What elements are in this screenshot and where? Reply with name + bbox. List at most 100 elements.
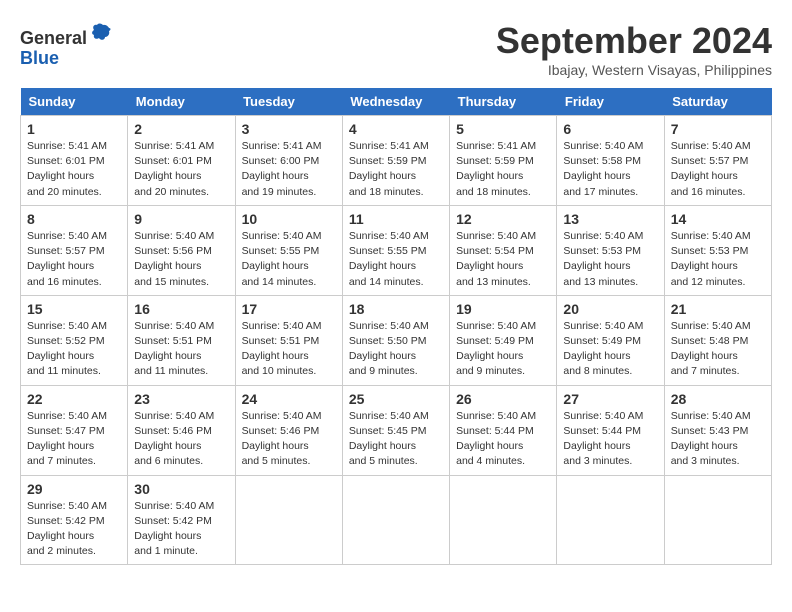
day-number: 18 [349, 301, 443, 317]
day-cell-1: 1Sunrise: 5:41 AMSunset: 6:01 PMDaylight… [21, 116, 128, 206]
day-cell-11: 11Sunrise: 5:40 AMSunset: 5:55 PMDayligh… [342, 205, 449, 295]
week-row-4: 22 Sunrise: 5:40 AMSunset: 5:47 PMDayligh… [21, 385, 772, 475]
day-info: Sunrise: 5:40 AMSunset: 5:55 PMDaylight … [242, 229, 336, 290]
day-info: Sunrise: 5:40 AMSunset: 5:47 PMDaylight … [27, 409, 121, 470]
empty-cell [235, 475, 342, 565]
day-number: 27 [563, 391, 657, 407]
day-info: Sunrise: 5:40 AMSunset: 5:53 PMDaylight … [563, 229, 657, 290]
day-cell-19: 19Sunrise: 5:40 AMSunset: 5:49 PMDayligh… [450, 295, 557, 385]
day-info: Sunrise: 5:40 AMSunset: 5:42 PMDaylight … [27, 499, 121, 560]
day-number: 16 [134, 301, 228, 317]
day-cell-18: 18Sunrise: 5:40 AMSunset: 5:50 PMDayligh… [342, 295, 449, 385]
day-cell-15: 15Sunrise: 5:40 AMSunset: 5:52 PMDayligh… [21, 295, 128, 385]
day-info: Sunrise: 5:40 AMSunset: 5:46 PMDaylight … [134, 409, 228, 470]
day-number: 4 [349, 121, 443, 137]
location-subtitle: Ibajay, Western Visayas, Philippines [496, 62, 772, 78]
day-info: Sunrise: 5:40 AMSunset: 5:48 PMDaylight … [671, 319, 765, 380]
day-number: 25 [349, 391, 443, 407]
weekday-header-row: SundayMondayTuesdayWednesdayThursdayFrid… [21, 88, 772, 116]
weekday-header-monday: Monday [128, 88, 235, 116]
day-info: Sunrise: 5:41 AMSunset: 6:01 PMDaylight … [27, 139, 121, 200]
day-number: 7 [671, 121, 765, 137]
day-cell-5: 5 Sunrise: 5:41 AMSunset: 5:59 PMDaylight… [450, 116, 557, 206]
day-number: 28 [671, 391, 765, 407]
day-info: Sunrise: 5:41 AMSunset: 5:59 PMDaylight … [349, 139, 443, 200]
day-cell-30: 30 Sunrise: 5:40 AMSunset: 5:42 PMDayligh… [128, 475, 235, 565]
logo: General Blue [20, 20, 113, 69]
day-number: 6 [563, 121, 657, 137]
day-cell-12: 12 Sunrise: 5:40 AMSunset: 5:54 PMDayligh… [450, 205, 557, 295]
empty-cell [664, 475, 771, 565]
day-cell-14: 14 Sunrise: 5:40 AMSunset: 5:53 PMDayligh… [664, 205, 771, 295]
weekday-header-sunday: Sunday [21, 88, 128, 116]
week-row-3: 15Sunrise: 5:40 AMSunset: 5:52 PMDayligh… [21, 295, 772, 385]
day-info: Sunrise: 5:40 AMSunset: 5:49 PMDaylight … [563, 319, 657, 380]
day-cell-7: 7 Sunrise: 5:40 AMSunset: 5:57 PMDaylight… [664, 116, 771, 206]
day-number: 12 [456, 211, 550, 227]
day-info: Sunrise: 5:40 AMSunset: 5:44 PMDaylight … [456, 409, 550, 470]
day-number: 29 [27, 481, 121, 497]
day-number: 3 [242, 121, 336, 137]
day-number: 22 [27, 391, 121, 407]
weekday-header-wednesday: Wednesday [342, 88, 449, 116]
day-cell-25: 25 Sunrise: 5:40 AMSunset: 5:45 PMDayligh… [342, 385, 449, 475]
day-number: 30 [134, 481, 228, 497]
day-info: Sunrise: 5:40 AMSunset: 5:58 PMDaylight … [563, 139, 657, 200]
day-cell-20: 20 Sunrise: 5:40 AMSunset: 5:49 PMDayligh… [557, 295, 664, 385]
day-number: 11 [349, 211, 443, 227]
day-number: 26 [456, 391, 550, 407]
day-number: 20 [563, 301, 657, 317]
day-info: Sunrise: 5:40 AMSunset: 5:46 PMDaylight … [242, 409, 336, 470]
page-header: General Blue September 2024 Ibajay, West… [20, 20, 772, 78]
day-cell-6: 6 Sunrise: 5:40 AMSunset: 5:58 PMDaylight… [557, 116, 664, 206]
day-info: Sunrise: 5:40 AMSunset: 5:57 PMDaylight … [27, 229, 121, 290]
day-cell-16: 16 Sunrise: 5:40 AMSunset: 5:51 PMDayligh… [128, 295, 235, 385]
title-block: September 2024 Ibajay, Western Visayas, … [496, 20, 772, 78]
calendar-table: SundayMondayTuesdayWednesdayThursdayFrid… [20, 88, 772, 565]
day-cell-28: 28 Sunrise: 5:40 AMSunset: 5:43 PMDayligh… [664, 385, 771, 475]
day-number: 24 [242, 391, 336, 407]
day-cell-27: 27Sunrise: 5:40 AMSunset: 5:44 PMDayligh… [557, 385, 664, 475]
day-cell-17: 17 Sunrise: 5:40 AMSunset: 5:51 PMDayligh… [235, 295, 342, 385]
logo-general: General [20, 28, 87, 48]
empty-cell [450, 475, 557, 565]
day-cell-26: 26 Sunrise: 5:40 AMSunset: 5:44 PMDayligh… [450, 385, 557, 475]
day-number: 17 [242, 301, 336, 317]
day-cell-2: 2 Sunrise: 5:41 AMSunset: 6:01 PMDaylight… [128, 116, 235, 206]
day-number: 21 [671, 301, 765, 317]
day-info: Sunrise: 5:40 AMSunset: 5:45 PMDaylight … [349, 409, 443, 470]
weekday-header-saturday: Saturday [664, 88, 771, 116]
day-cell-21: 21 Sunrise: 5:40 AMSunset: 5:48 PMDayligh… [664, 295, 771, 385]
day-cell-4: 4 Sunrise: 5:41 AMSunset: 5:59 PMDaylight… [342, 116, 449, 206]
day-number: 8 [27, 211, 121, 227]
day-info: Sunrise: 5:40 AMSunset: 5:54 PMDaylight … [456, 229, 550, 290]
day-cell-29: 29 Sunrise: 5:40 AMSunset: 5:42 PMDayligh… [21, 475, 128, 565]
day-info: Sunrise: 5:40 AMSunset: 5:42 PMDaylight … [134, 499, 228, 560]
day-info: Sunrise: 5:41 AMSunset: 6:00 PMDaylight … [242, 139, 336, 200]
day-number: 9 [134, 211, 228, 227]
day-info: Sunrise: 5:40 AMSunset: 5:51 PMDaylight … [134, 319, 228, 380]
weekday-header-thursday: Thursday [450, 88, 557, 116]
day-info: Sunrise: 5:40 AMSunset: 5:51 PMDaylight … [242, 319, 336, 380]
day-cell-22: 22 Sunrise: 5:40 AMSunset: 5:47 PMDayligh… [21, 385, 128, 475]
day-info: Sunrise: 5:41 AMSunset: 5:59 PMDaylight … [456, 139, 550, 200]
day-number: 10 [242, 211, 336, 227]
day-number: 14 [671, 211, 765, 227]
day-info: Sunrise: 5:40 AMSunset: 5:57 PMDaylight … [671, 139, 765, 200]
day-info: Sunrise: 5:40 AMSunset: 5:49 PMDaylight … [456, 319, 550, 380]
month-title: September 2024 [496, 20, 772, 62]
day-cell-3: 3 Sunrise: 5:41 AMSunset: 6:00 PMDaylight… [235, 116, 342, 206]
day-number: 15 [27, 301, 121, 317]
week-row-5: 29 Sunrise: 5:40 AMSunset: 5:42 PMDayligh… [21, 475, 772, 565]
day-info: Sunrise: 5:40 AMSunset: 5:43 PMDaylight … [671, 409, 765, 470]
weekday-header-friday: Friday [557, 88, 664, 116]
day-cell-9: 9Sunrise: 5:40 AMSunset: 5:56 PMDaylight… [128, 205, 235, 295]
day-number: 2 [134, 121, 228, 137]
day-cell-10: 10 Sunrise: 5:40 AMSunset: 5:55 PMDayligh… [235, 205, 342, 295]
logo-blue: Blue [20, 48, 59, 68]
day-info: Sunrise: 5:40 AMSunset: 5:53 PMDaylight … [671, 229, 765, 290]
day-info: Sunrise: 5:41 AMSunset: 6:01 PMDaylight … [134, 139, 228, 200]
day-cell-13: 13Sunrise: 5:40 AMSunset: 5:53 PMDayligh… [557, 205, 664, 295]
day-number: 5 [456, 121, 550, 137]
logo-bird-icon [89, 20, 113, 44]
